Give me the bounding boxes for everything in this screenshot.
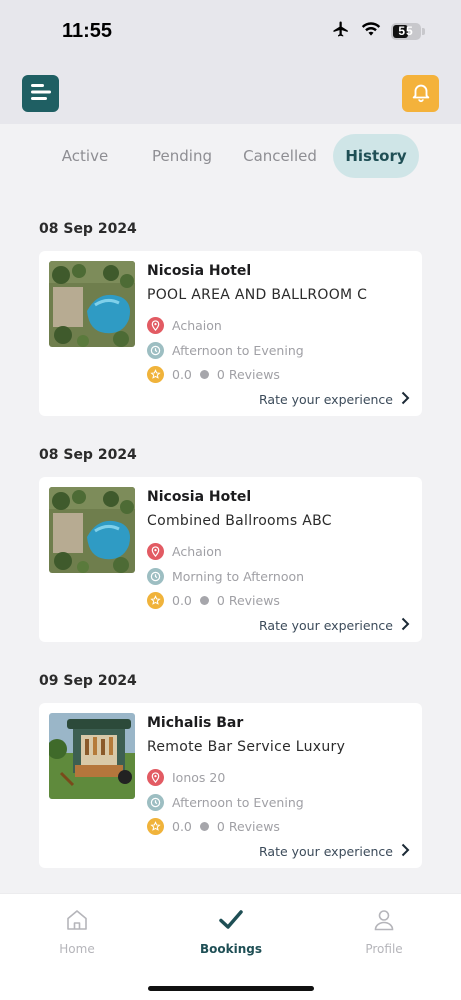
battery-icon: 55 [391, 22, 425, 40]
booking-card[interactable]: Michalis Bar Remote Bar Service Luxury I… [39, 703, 422, 868]
home-indicator [148, 986, 314, 991]
separator-dot [199, 822, 209, 831]
rate-experience-label: Rate your experience [259, 618, 393, 633]
time-slot-text: Morning to Afternoon [172, 569, 305, 584]
tab-cancelled[interactable]: Cancelled [230, 134, 330, 178]
booking-date: 08 Sep 2024 [39, 221, 137, 237]
airplane-icon [331, 20, 351, 42]
star-icon [147, 818, 164, 835]
tab-active[interactable]: Active [35, 134, 135, 178]
rating-row: 0.0 0 Reviews [147, 592, 280, 609]
rating-row: 0.0 0 Reviews [147, 366, 280, 383]
time-row: Morning to Afternoon [147, 568, 304, 585]
clock-icon [147, 342, 164, 359]
app-header [0, 62, 461, 124]
location-row: Ionos 20 [147, 769, 225, 786]
location-text: Achaion [172, 318, 222, 333]
reviews-count: 0 Reviews [216, 593, 280, 608]
rate-experience-label: Rate your experience [259, 392, 393, 407]
booking-date: 09 Sep 2024 [39, 673, 137, 689]
rating-value: 0.0 [172, 819, 192, 834]
space-name: Combined Ballrooms ABC [147, 513, 332, 529]
tab-bar-bookings-label: Bookings [199, 942, 262, 956]
venue-name: Michalis Bar [147, 715, 244, 731]
mobile-bar-photo [49, 713, 135, 799]
rate-experience-label: Rate your experience [259, 844, 393, 859]
tab-pending[interactable]: Pending [132, 134, 232, 178]
location-row: Achaion [147, 543, 222, 560]
status-icons: 55 [331, 20, 425, 42]
rate-experience-link[interactable]: Rate your experience [259, 617, 410, 634]
profile-icon [372, 910, 396, 936]
hotel-pool-photo [49, 261, 135, 347]
menu-icon [30, 83, 52, 105]
separator-dot [199, 370, 209, 379]
checkmark-icon [218, 910, 244, 936]
booking-date: 08 Sep 2024 [39, 447, 137, 463]
clock-icon [147, 568, 164, 585]
tab-history[interactable]: History [333, 134, 419, 178]
venue-name: Nicosia Hotel [147, 489, 252, 505]
star-icon [147, 592, 164, 609]
tab-bar-profile[interactable]: Profile [329, 908, 439, 956]
chevron-right-icon [401, 843, 410, 860]
clock-icon [147, 794, 164, 811]
tab-bar-profile-label: Profile [365, 942, 403, 956]
chevron-right-icon [401, 617, 410, 634]
tab-bar-home-label: Home [59, 942, 95, 956]
star-icon [147, 366, 164, 383]
time-slot-text: Afternoon to Evening [172, 343, 304, 358]
bottom-tab-bar: Home Bookings Profile [0, 893, 461, 1000]
time-row: Afternoon to Evening [147, 794, 304, 811]
location-pin-icon [147, 317, 164, 334]
bell-icon [410, 81, 432, 107]
rating-row: 0.0 0 Reviews [147, 818, 280, 835]
notifications-button[interactable] [402, 75, 439, 112]
tab-bar-bookings[interactable]: Bookings [176, 908, 286, 956]
location-pin-icon [147, 543, 164, 560]
rate-experience-link[interactable]: Rate your experience [259, 843, 410, 860]
time-slot-text: Afternoon to Evening [172, 795, 304, 810]
home-icon [65, 910, 89, 936]
chevron-right-icon [401, 391, 410, 408]
space-name: POOL AREA AND BALLROOM C [147, 287, 368, 303]
reviews-count: 0 Reviews [216, 819, 280, 834]
rating-value: 0.0 [172, 593, 192, 608]
location-text: Ionos 20 [172, 770, 226, 785]
venue-name: Nicosia Hotel [147, 263, 252, 279]
location-pin-icon [147, 769, 164, 786]
booking-card[interactable]: Nicosia Hotel Combined Ballrooms ABC Ach… [39, 477, 422, 642]
hotel-pool-photo [49, 487, 135, 573]
status-bar: 11:55 55 [0, 0, 461, 62]
wifi-icon [361, 21, 381, 41]
location-text: Achaion [172, 544, 222, 559]
space-name: Remote Bar Service Luxury [147, 739, 346, 755]
menu-button[interactable] [22, 75, 59, 112]
tab-bar-home[interactable]: Home [22, 908, 132, 956]
location-row: Achaion [147, 317, 222, 334]
time-row: Afternoon to Evening [147, 342, 304, 359]
separator-dot [199, 596, 209, 605]
status-time: 11:55 [62, 20, 113, 42]
reviews-count: 0 Reviews [216, 367, 280, 382]
rating-value: 0.0 [172, 367, 192, 382]
rate-experience-link[interactable]: Rate your experience [259, 391, 410, 408]
booking-status-tabs: Active Pending Cancelled History [0, 134, 461, 178]
battery-level: 55 [398, 24, 414, 38]
booking-card[interactable]: Nicosia Hotel POOL AREA AND BALLROOM C A… [39, 251, 422, 416]
